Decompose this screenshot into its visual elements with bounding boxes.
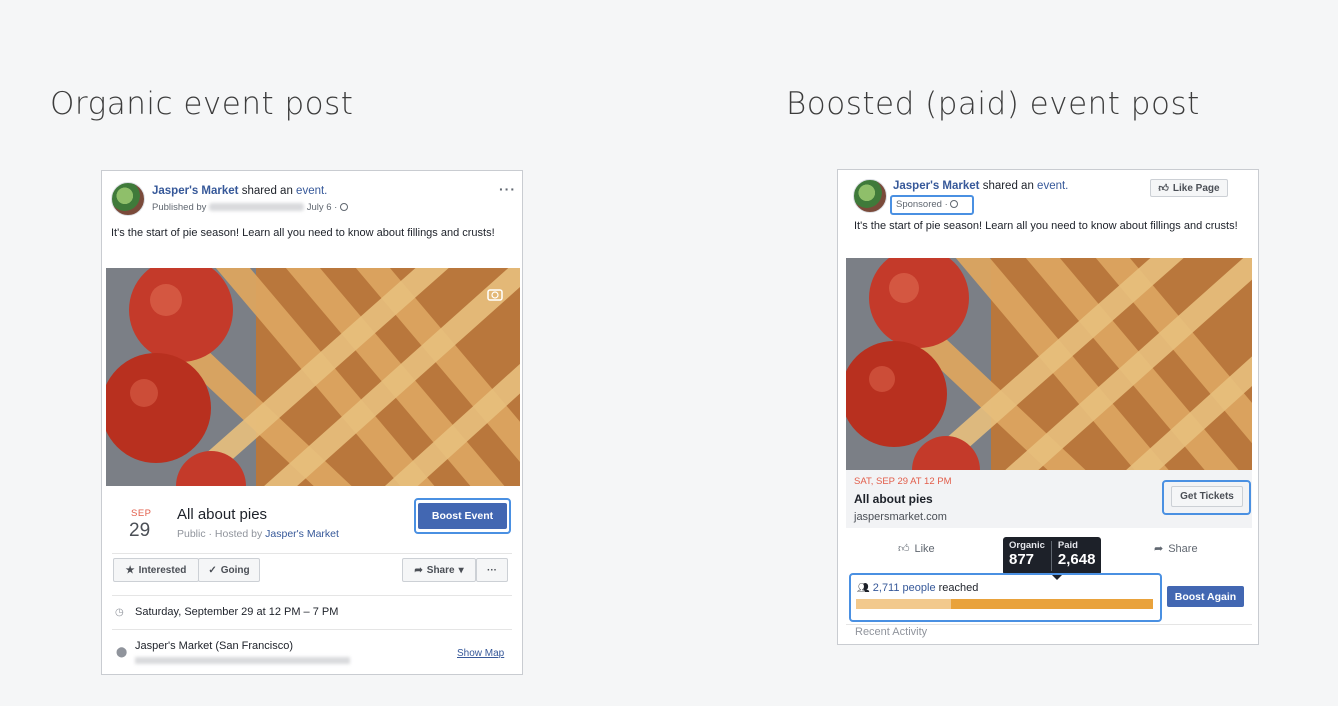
- thumbs-up-icon: 👍︎: [1158, 183, 1169, 194]
- boosted-event-post: Jasper's Market shared an event. 👍︎ Like …: [837, 169, 1259, 645]
- event-link[interactable]: event.: [1037, 180, 1068, 192]
- interested-button[interactable]: ★ Interested: [113, 558, 199, 582]
- post-text: It's the start of pie season! Learn all …: [111, 227, 495, 239]
- reach-bar-organic: [856, 599, 952, 609]
- pie-photo-illustration: [106, 268, 520, 486]
- event-link[interactable]: event.: [296, 185, 327, 197]
- pie-photo-illustration: [846, 258, 1252, 470]
- event-visibility: Public · Hosted by: [177, 528, 263, 540]
- event-title[interactable]: All about pies: [854, 492, 933, 506]
- tooltip-paid-value: 2,648: [1057, 551, 1096, 568]
- share-button[interactable]: ➦ Share ▾: [402, 558, 476, 582]
- like-page-label: Like Page: [1172, 182, 1220, 194]
- camera-icon[interactable]: [486, 286, 504, 302]
- shared-text: shared an: [982, 180, 1034, 192]
- event-datetime: Saturday, September 29 at 12 PM – 7 PM: [135, 606, 339, 618]
- globe-icon: [950, 200, 959, 209]
- page-name-link[interactable]: Jasper's Market: [893, 180, 979, 192]
- divider: [112, 629, 512, 630]
- chevron-down-icon: ▾: [458, 564, 464, 576]
- reach-count-link[interactable]: 2,711 people: [873, 582, 936, 594]
- going-label: Going: [220, 564, 250, 576]
- share-arrow-icon: ➦: [414, 564, 423, 576]
- pin-icon: ⬤: [116, 647, 128, 658]
- tooltip-organic-value: 877: [1009, 551, 1035, 568]
- like-page-button[interactable]: 👍︎ Like Page: [1150, 179, 1228, 197]
- like-label: Like: [914, 542, 935, 555]
- event-date-label: SAT, SEP 29 AT 12 PM: [854, 476, 952, 487]
- more-options-button[interactable]: ···: [476, 558, 508, 582]
- thumbs-up-icon: 👍︎: [898, 543, 910, 555]
- more-dots-icon[interactable]: ···: [499, 181, 516, 197]
- share-label: Share: [1168, 542, 1198, 555]
- reach-tooltip: Organic 877 Paid 2,648: [1003, 537, 1102, 575]
- reach-bar: [856, 599, 1153, 609]
- share-label: Share: [426, 564, 455, 576]
- globe-icon: [339, 203, 348, 212]
- boost-again-button[interactable]: Boost Again: [1167, 586, 1244, 607]
- sponsored-text: Sponsored ·: [896, 199, 948, 210]
- show-map-link[interactable]: Show Map: [457, 648, 504, 659]
- page-name-link[interactable]: Jasper's Market: [152, 185, 238, 197]
- published-by-label: Published by: [152, 202, 207, 213]
- event-month: SEP: [131, 508, 152, 519]
- event-cover-photo[interactable]: [106, 268, 520, 486]
- divider: [846, 624, 1252, 625]
- sponsored-label[interactable]: Sponsored ·: [896, 199, 959, 210]
- blurred-address: [135, 657, 350, 664]
- people-icon: 👥︎: [857, 583, 870, 594]
- clock-icon: ◷: [115, 607, 124, 618]
- organic-heading: Organic event post: [50, 86, 354, 122]
- share-arrow-icon: ➦: [1154, 543, 1164, 555]
- event-title[interactable]: All about pies: [177, 506, 267, 523]
- like-button[interactable]: 👍︎ Like: [898, 542, 935, 556]
- event-subtitle: Public · Hosted by Jasper's Market: [177, 528, 339, 540]
- boosted-heading: Boosted (paid) event post: [786, 86, 1200, 122]
- interested-label: Interested: [138, 564, 187, 576]
- tooltip-organic-label: Organic: [1009, 540, 1045, 551]
- reach-suffix: reached: [938, 582, 979, 594]
- star-icon: ★: [125, 564, 135, 576]
- shared-text: shared an: [241, 185, 293, 197]
- reach-summary: 👥︎ 2,711 people reached: [857, 582, 978, 594]
- recent-activity-label: Recent Activity: [855, 626, 928, 638]
- share-button[interactable]: ➦ Share: [1154, 542, 1198, 556]
- blurred-publisher: [209, 203, 305, 212]
- divider: [112, 595, 512, 596]
- post-meta: Published by July 6 ·: [152, 202, 348, 213]
- boost-event-button[interactable]: Boost Event: [418, 503, 507, 529]
- reach-highlight: [849, 573, 1162, 622]
- check-icon: ✓: [208, 564, 217, 576]
- organic-event-post: Jasper's Market shared an event. Publish…: [101, 170, 523, 675]
- divider: [112, 553, 512, 554]
- post-date[interactable]: July 6 ·: [307, 202, 338, 213]
- post-header: Jasper's Market shared an event.: [152, 185, 327, 197]
- event-cover-photo[interactable]: [846, 258, 1252, 470]
- event-host-link[interactable]: Jasper's Market: [265, 528, 339, 540]
- post-text: It's the start of pie season! Learn all …: [854, 220, 1238, 232]
- page-avatar[interactable]: [853, 179, 887, 213]
- get-tickets-button[interactable]: Get Tickets: [1171, 486, 1243, 507]
- going-button[interactable]: ✓ Going: [198, 558, 260, 582]
- event-location[interactable]: Jasper's Market (San Francisco): [135, 640, 293, 652]
- tooltip-paid-label: Paid: [1057, 540, 1078, 551]
- event-day: 29: [129, 520, 151, 541]
- post-header: Jasper's Market shared an event.: [893, 180, 1068, 192]
- page-avatar[interactable]: [111, 182, 145, 216]
- event-url: jaspersmarket.com: [854, 511, 947, 523]
